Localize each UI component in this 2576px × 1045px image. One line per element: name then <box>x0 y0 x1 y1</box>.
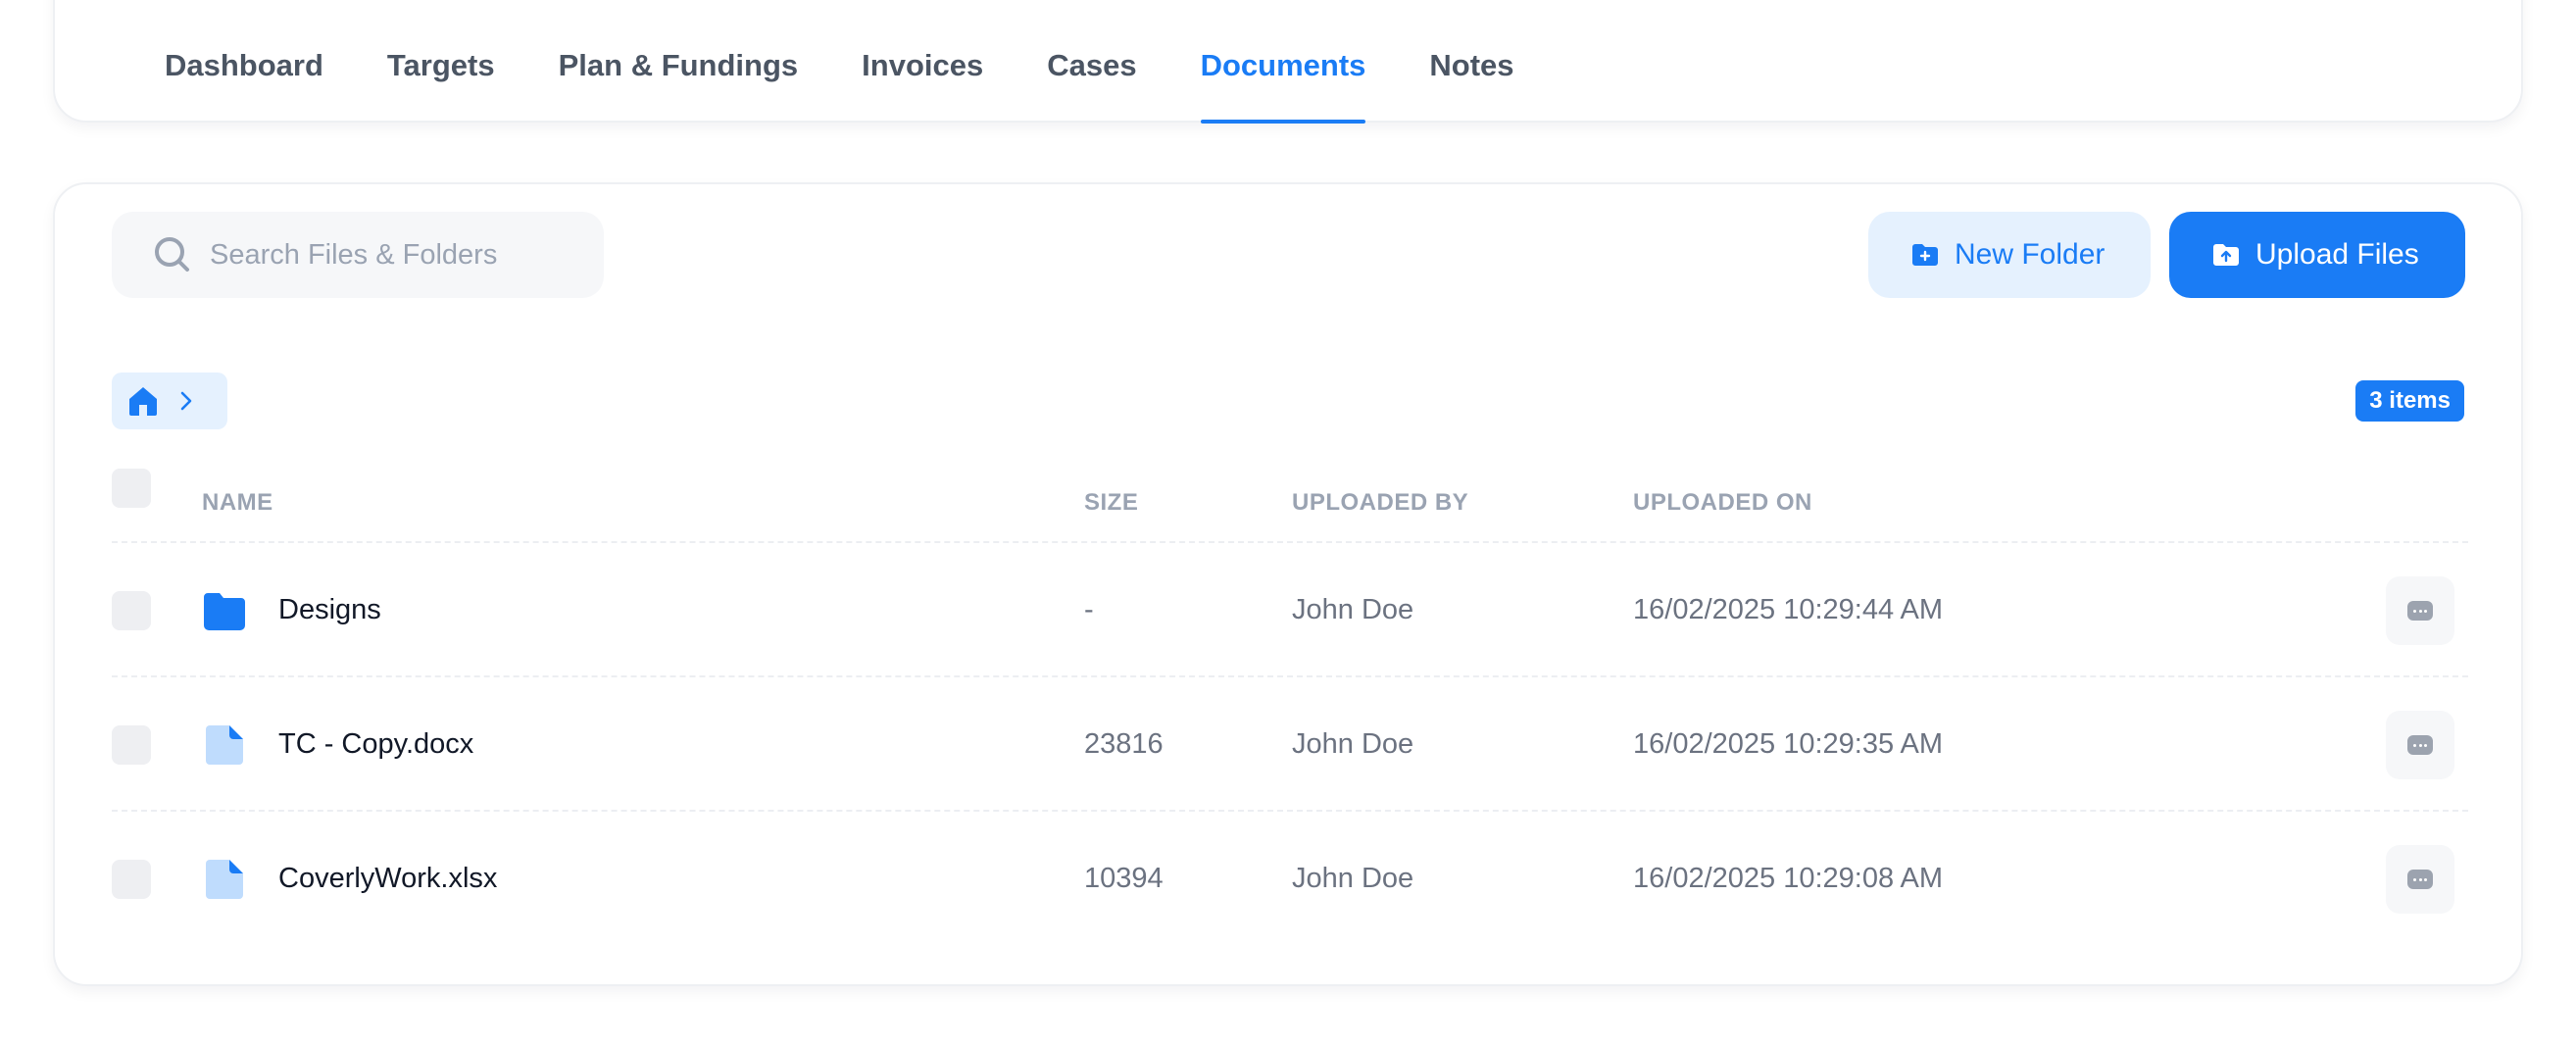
file-icon <box>206 859 243 899</box>
table-row[interactable]: Designs - John Doe 16/02/2025 10:29:44 A… <box>112 543 2468 677</box>
file-name: TC - Copy.docx <box>278 728 474 760</box>
tab-cases[interactable]: Cases <box>1047 2 1136 124</box>
name-cell[interactable]: CoverlyWork.xlsx <box>202 812 497 946</box>
column-header-uploaded-by[interactable]: UPLOADED BY <box>1292 463 1468 543</box>
folder-icon <box>204 592 245 630</box>
tab-targets[interactable]: Targets <box>387 2 495 124</box>
home-icon[interactable] <box>125 383 161 419</box>
row-checkbox[interactable] <box>112 725 151 765</box>
tab-invoices[interactable]: Invoices <box>862 2 983 124</box>
item-count-badge: 3 items <box>2355 380 2464 422</box>
tab-plan-fundings[interactable]: Plan & Fundings <box>559 2 799 124</box>
upload-files-label: Upload Files <box>2255 238 2419 271</box>
search-input[interactable] <box>210 238 582 272</box>
file-name: CoverlyWork.xlsx <box>278 863 498 894</box>
breadcrumb <box>112 373 227 429</box>
search-icon <box>155 237 189 272</box>
uploaded-on-cell: 16/02/2025 10:29:35 AM <box>1633 728 1944 760</box>
name-cell[interactable]: Designs <box>202 543 381 677</box>
folder-plus-icon <box>1912 244 1938 266</box>
chevron-right-icon[interactable] <box>174 389 198 413</box>
select-all-checkbox[interactable] <box>112 469 151 508</box>
tab-notes[interactable]: Notes <box>1429 2 1513 124</box>
tab-bar: Dashboard Targets Plan & Fundings Invoic… <box>165 2 1578 124</box>
file-name: Designs <box>278 594 381 625</box>
size-cell: 23816 <box>1084 728 1164 760</box>
table-row[interactable]: CoverlyWork.xlsx 10394 John Doe 16/02/20… <box>112 812 2468 946</box>
new-folder-button[interactable]: New Folder <box>1868 212 2151 298</box>
tab-documents[interactable]: Documents <box>1200 2 1365 124</box>
upload-files-button[interactable]: Upload Files <box>2169 212 2465 298</box>
documents-card: New Folder Upload Files 3 items NAME SIZ… <box>53 182 2523 986</box>
column-header-name[interactable]: NAME <box>202 463 273 543</box>
size-cell: - <box>1084 594 1094 625</box>
row-actions-button[interactable] <box>2386 711 2454 779</box>
new-folder-label: New Folder <box>1955 238 2105 271</box>
uploaded-by-cell: John Doe <box>1292 728 1414 760</box>
more-icon <box>2407 601 2433 621</box>
size-cell: 10394 <box>1084 863 1164 894</box>
uploaded-on-cell: 16/02/2025 10:29:08 AM <box>1633 863 1944 894</box>
table-header: NAME SIZE UPLOADED BY UPLOADED ON <box>112 463 2468 543</box>
more-icon <box>2407 870 2433 889</box>
column-header-size[interactable]: SIZE <box>1084 463 1138 543</box>
row-actions-button[interactable] <box>2386 576 2454 645</box>
uploaded-by-cell: John Doe <box>1292 594 1414 625</box>
files-table: NAME SIZE UPLOADED BY UPLOADED ON Design… <box>112 463 2468 946</box>
name-cell[interactable]: TC - Copy.docx <box>202 677 473 812</box>
row-checkbox[interactable] <box>112 591 151 630</box>
row-checkbox[interactable] <box>112 860 151 899</box>
uploaded-by-cell: John Doe <box>1292 863 1414 894</box>
more-icon <box>2407 735 2433 755</box>
file-icon <box>206 724 243 765</box>
column-header-uploaded-on[interactable]: UPLOADED ON <box>1633 463 1812 543</box>
uploaded-on-cell: 16/02/2025 10:29:44 AM <box>1633 594 1944 625</box>
tab-nav-card: Dashboard Targets Plan & Fundings Invoic… <box>53 0 2523 124</box>
tab-dashboard[interactable]: Dashboard <box>165 2 323 124</box>
table-row[interactable]: TC - Copy.docx 23816 John Doe 16/02/2025… <box>112 677 2468 812</box>
search-box[interactable] <box>112 212 604 298</box>
row-actions-button[interactable] <box>2386 845 2454 914</box>
folder-upload-icon <box>2213 244 2239 266</box>
